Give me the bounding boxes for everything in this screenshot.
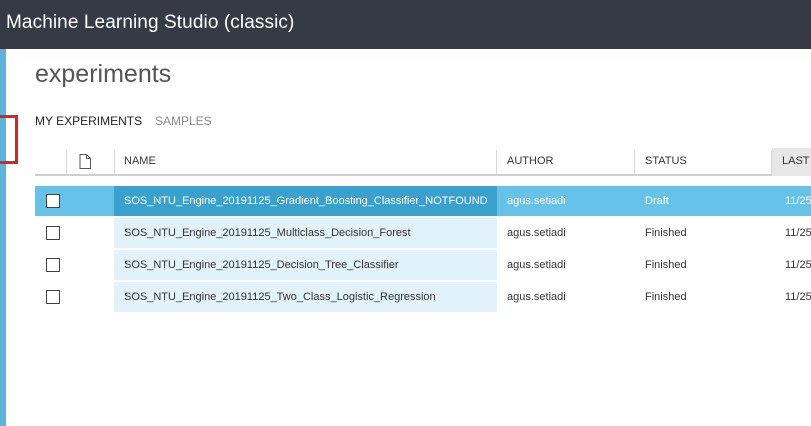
table-row[interactable]: SOS_NTU_Engine_20191125_Decision_Tree_Cl… — [35, 250, 811, 280]
experiment-status: Finished — [645, 227, 687, 239]
highlight-marker — [0, 115, 18, 164]
table-row[interactable]: SOS_NTU_Engine_20191125_Two_Class_Logist… — [35, 282, 811, 312]
experiment-name[interactable]: SOS_NTU_Engine_20191125_Two_Class_Logist… — [114, 282, 497, 312]
column-header-name[interactable]: NAME — [114, 148, 497, 176]
row-checkbox[interactable] — [46, 226, 60, 240]
experiment-name[interactable]: SOS_NTU_Engine_20191125_Multiclass_Decis… — [114, 218, 497, 248]
tab-my-experiments[interactable]: MY EXPERIMENTS — [35, 114, 142, 128]
experiment-last-edited: 11/25 — [785, 195, 811, 207]
row-checkbox[interactable] — [46, 258, 60, 272]
title-bar: Machine Learning Studio (classic) — [0, 0, 811, 49]
experiment-author: agus.setiadi — [507, 227, 566, 239]
experiment-name[interactable]: SOS_NTU_Engine_20191125_Decision_Tree_Cl… — [114, 250, 497, 280]
experiment-author: agus.setiadi — [507, 259, 566, 271]
left-nav-rail[interactable] — [0, 49, 6, 426]
experiment-status: Draft — [645, 195, 669, 207]
column-header-author[interactable]: AUTHOR — [497, 148, 634, 176]
row-checkbox[interactable] — [46, 194, 60, 208]
table-header: NAME AUTHOR STATUS LAST — [35, 148, 811, 176]
experiment-status: Finished — [645, 259, 687, 271]
experiment-last-edited: 11/25 — [785, 259, 811, 271]
column-header-status[interactable]: STATUS — [635, 148, 771, 176]
table-row[interactable]: SOS_NTU_Engine_20191125_Gradient_Boostin… — [35, 186, 811, 216]
experiment-last-edited: 11/25 — [785, 227, 811, 239]
tab-samples[interactable]: SAMPLES — [155, 114, 212, 128]
column-header-last[interactable]: LAST — [772, 148, 811, 176]
app-title: Machine Learning Studio (classic) — [6, 12, 295, 33]
experiment-author: agus.setiadi — [507, 195, 566, 207]
experiment-name[interactable]: SOS_NTU_Engine_20191125_Gradient_Boostin… — [114, 186, 497, 216]
experiment-status: Finished — [645, 291, 687, 303]
row-checkbox[interactable] — [46, 290, 60, 304]
document-icon[interactable] — [79, 154, 91, 169]
experiment-author: agus.setiadi — [507, 291, 566, 303]
page-title: experiments — [35, 60, 172, 88]
column-separator[interactable] — [66, 150, 67, 174]
experiment-last-edited: 11/25 — [785, 291, 811, 303]
table-row[interactable]: SOS_NTU_Engine_20191125_Multiclass_Decis… — [35, 218, 811, 248]
